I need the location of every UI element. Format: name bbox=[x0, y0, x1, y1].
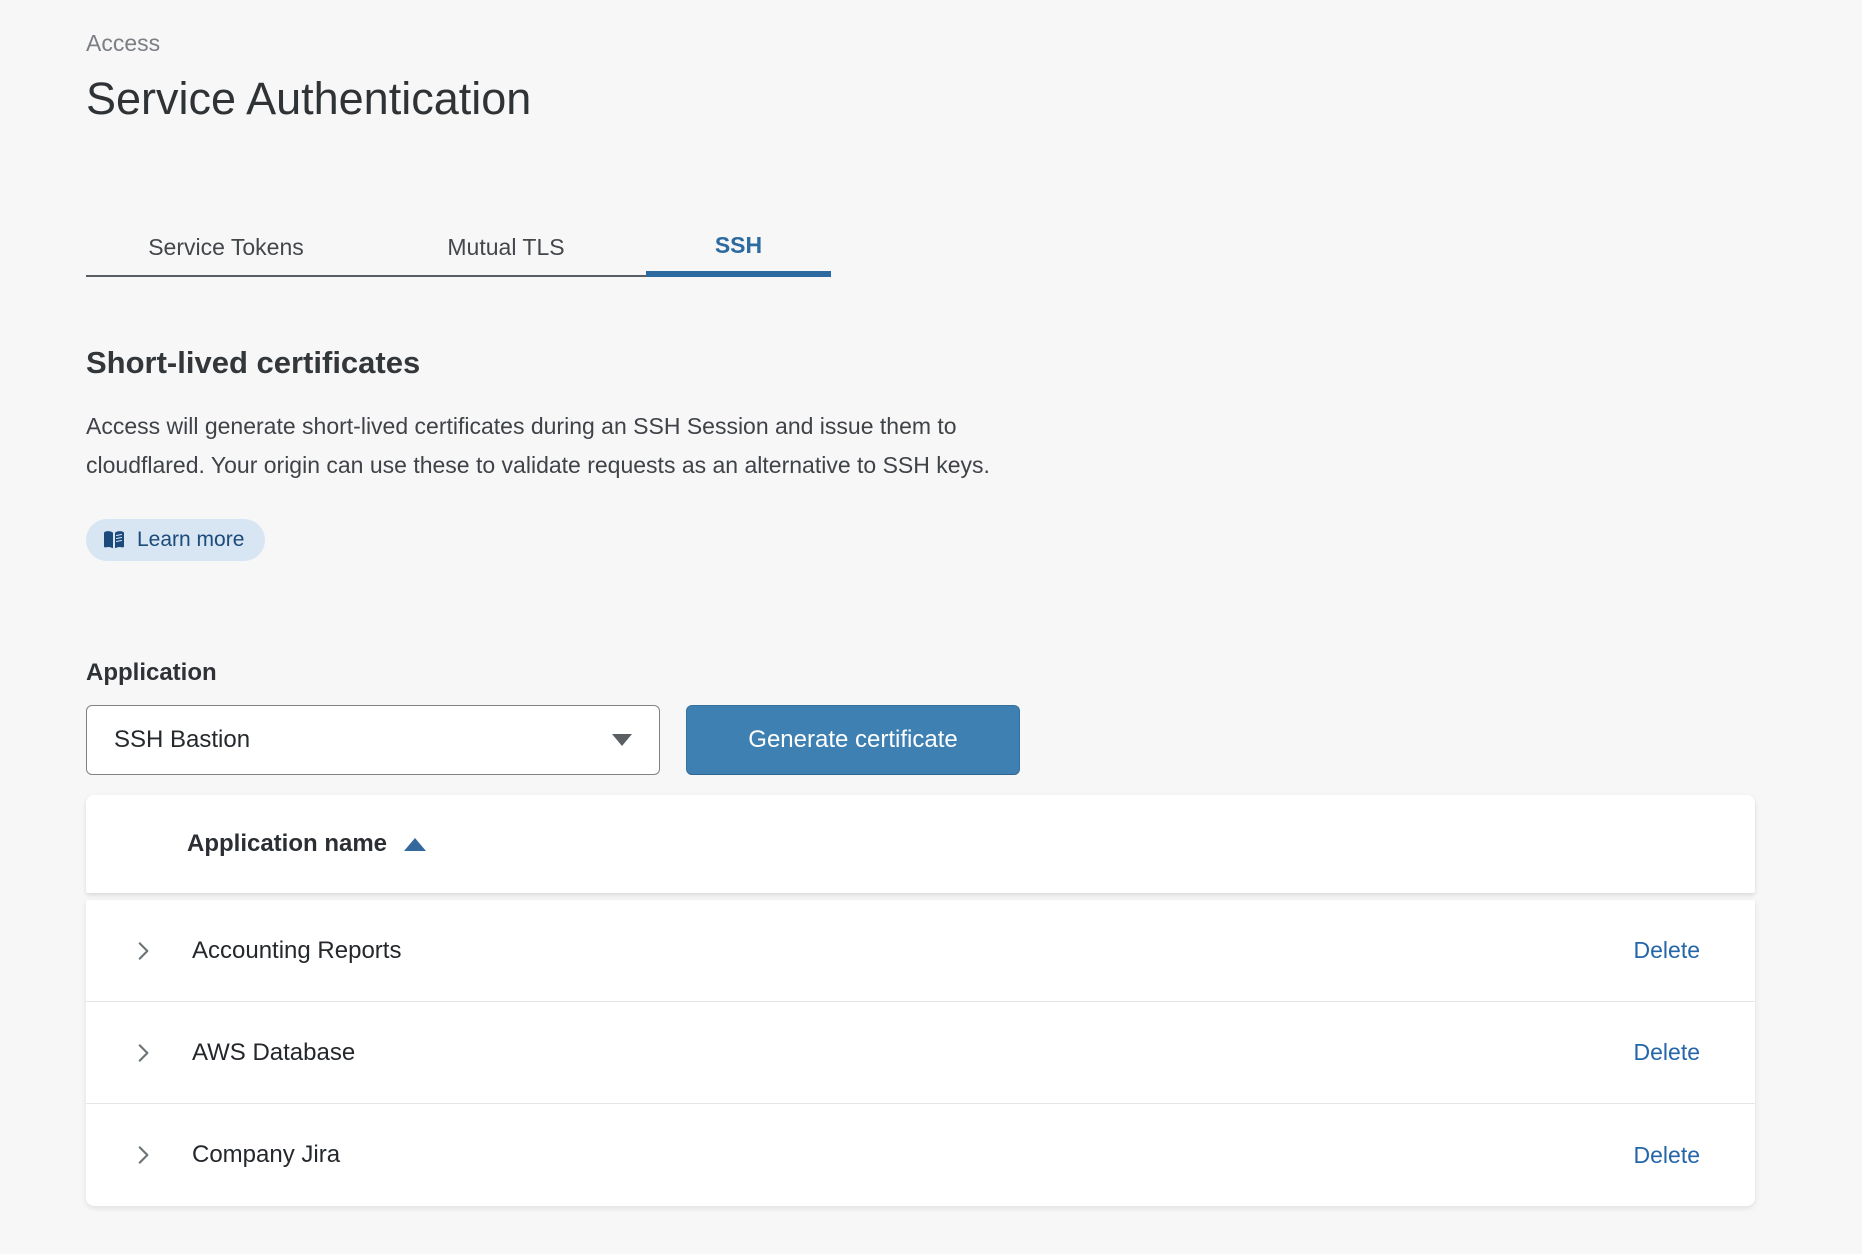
learn-more-button[interactable]: Learn more bbox=[86, 519, 265, 561]
delete-link[interactable]: Delete bbox=[1634, 1142, 1700, 1169]
application-name: Company Jira bbox=[192, 1141, 1634, 1169]
section-description: Access will generate short-lived certifi… bbox=[86, 407, 1086, 485]
section-heading: Short-lived certificates bbox=[86, 345, 1862, 381]
table-header: Application name bbox=[86, 795, 1755, 893]
book-icon bbox=[102, 530, 126, 550]
chevron-down-icon bbox=[612, 734, 632, 746]
application-name: AWS Database bbox=[192, 1039, 1634, 1067]
table-body: Accounting ReportsDeleteAWS DatabaseDele… bbox=[86, 900, 1755, 1206]
chevron-right-icon[interactable] bbox=[130, 938, 156, 964]
application-select-value: SSH Bastion bbox=[114, 726, 250, 754]
certificate-controls: SSH Bastion Generate certificate bbox=[86, 705, 1862, 775]
tab-bar: Service Tokens Mutual TLS SSH bbox=[86, 219, 1862, 277]
learn-more-label: Learn more bbox=[137, 528, 244, 552]
column-header-application-name[interactable]: Application name bbox=[187, 830, 426, 858]
breadcrumb[interactable]: Access bbox=[86, 30, 160, 57]
sort-asc-icon bbox=[404, 838, 426, 851]
chevron-right-icon[interactable] bbox=[130, 1040, 156, 1066]
chevron-right-icon[interactable] bbox=[130, 1142, 156, 1168]
column-header-label: Application name bbox=[187, 830, 387, 858]
application-name: Accounting Reports bbox=[192, 937, 1634, 965]
application-select[interactable]: SSH Bastion bbox=[86, 705, 660, 775]
generate-certificate-button[interactable]: Generate certificate bbox=[686, 705, 1020, 775]
tab-ssh[interactable]: SSH bbox=[646, 219, 831, 277]
application-label: Application bbox=[86, 659, 1862, 687]
tab-mutual-tls[interactable]: Mutual TLS bbox=[366, 219, 646, 277]
table-row: AWS DatabaseDelete bbox=[86, 1002, 1755, 1104]
applications-table: Application name Accounting ReportsDelet… bbox=[86, 795, 1755, 1206]
table-row: Accounting ReportsDelete bbox=[86, 900, 1755, 1002]
page-title: Service Authentication bbox=[86, 73, 1862, 125]
delete-link[interactable]: Delete bbox=[1634, 1039, 1700, 1066]
delete-link[interactable]: Delete bbox=[1634, 937, 1700, 964]
main-content: Access Service Authentication Service To… bbox=[0, 0, 1862, 1206]
table-row: Company JiraDelete bbox=[86, 1104, 1755, 1206]
tab-service-tokens[interactable]: Service Tokens bbox=[86, 219, 366, 277]
